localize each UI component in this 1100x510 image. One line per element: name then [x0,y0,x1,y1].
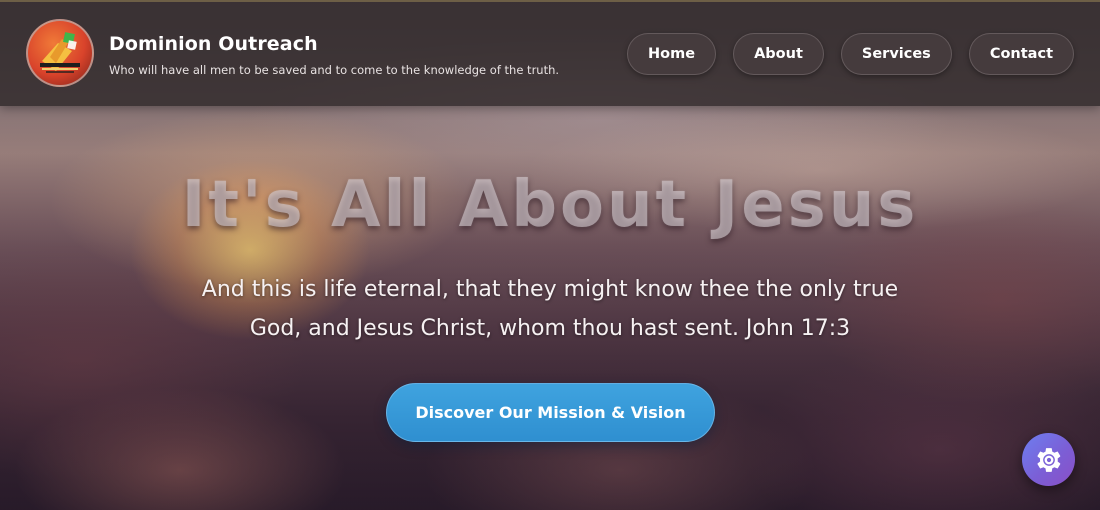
page: Dominion Outreach Who will have all men … [0,0,1100,510]
nav-services-button[interactable]: Services [840,33,952,75]
main-nav: Home About Services Contact [627,33,1074,75]
gear-icon [1036,447,1060,472]
site-title[interactable]: Dominion Outreach [109,33,318,55]
logo-graphic [40,32,80,73]
nav-home-button[interactable]: Home [627,33,717,75]
hero-verse: And this is life eternal, that they migh… [201,277,899,341]
site-header: Dominion Outreach Who will have all men … [0,0,1100,106]
header-top-border [0,0,1100,2]
settings-button[interactable] [1022,433,1075,486]
nav-about-button[interactable]: About [733,33,824,75]
nav-contact-button[interactable]: Contact [968,33,1074,75]
logo-icon[interactable] [26,19,94,87]
hero-title: It's All About Jesus [181,168,919,242]
site-tagline: Who will have all men to be saved and to… [109,63,560,77]
discover-mission-button[interactable]: Discover Our Mission & Vision [386,383,715,442]
